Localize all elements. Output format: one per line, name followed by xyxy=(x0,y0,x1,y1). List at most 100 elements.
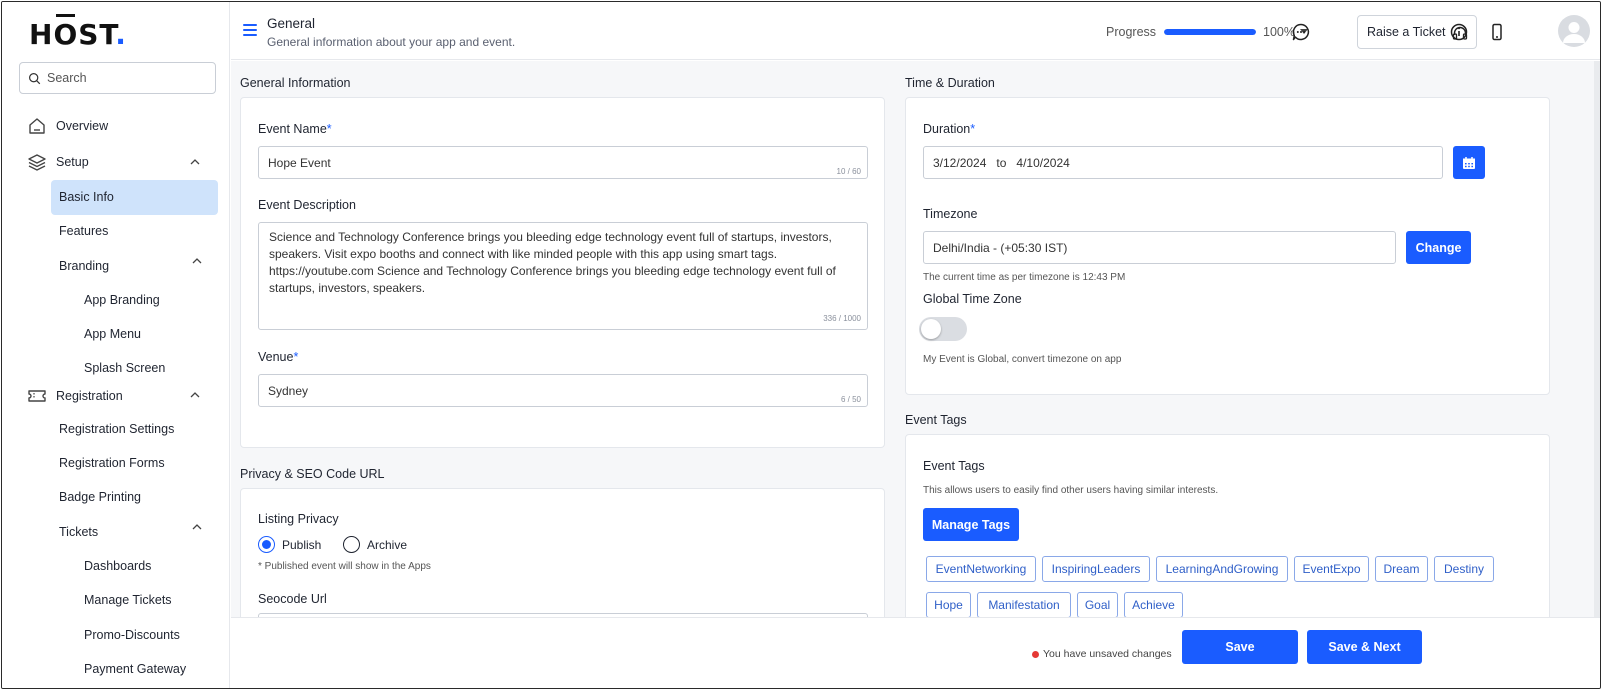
layers-icon xyxy=(27,152,47,172)
publish-label: Publish xyxy=(282,537,322,552)
logo-dot: . xyxy=(115,18,127,51)
search-box[interactable] xyxy=(19,62,216,94)
sidebar-item-tickets[interactable]: Tickets xyxy=(59,525,98,539)
tag-chip[interactable]: Destiny xyxy=(1434,556,1494,582)
char-counter: 6 / 50 xyxy=(840,395,861,404)
page-subtitle: General information about your app and e… xyxy=(267,35,516,49)
char-counter: 336 / 1000 xyxy=(823,314,861,323)
timezone-field[interactable]: Delhi/India - (+05:30 IST) xyxy=(923,231,1396,264)
tag-chip[interactable]: EventExpo xyxy=(1294,556,1369,582)
progress-label: Progress xyxy=(1106,25,1157,39)
sidebar-item-label: Splash Screen xyxy=(84,361,166,375)
vertical-scrollbar[interactable] xyxy=(1594,61,1600,621)
change-timezone-button[interactable]: Change xyxy=(1406,231,1471,264)
archive-radio[interactable]: Archive xyxy=(343,536,407,553)
sidebar-item-registration[interactable]: Registration xyxy=(27,386,123,406)
event-name-field[interactable]: Hope Event 10 / 60 xyxy=(258,146,868,179)
sidebar-item-setup[interactable]: Setup xyxy=(27,152,89,172)
sidebar-item-branding[interactable]: Branding xyxy=(59,259,109,273)
sidebar-item-label: Tickets xyxy=(59,525,99,539)
global-time-zone-toggle[interactable] xyxy=(919,317,967,341)
sidebar-item-basic-info[interactable]: Basic Info xyxy=(59,190,114,204)
tag-chip[interactable]: Hope xyxy=(926,592,971,618)
required-mark: * xyxy=(293,350,299,364)
sidebar-item-label: Payment Gateway xyxy=(84,662,187,676)
tag-chip[interactable]: LearningAndGrowing xyxy=(1156,556,1288,582)
sidebar-item-dashboards[interactable]: Dashboards xyxy=(84,559,151,573)
event-tags-description: This allows users to easily find other u… xyxy=(923,485,1219,496)
manage-tags-button[interactable]: Manage Tags xyxy=(923,508,1019,541)
sidebar-item-manage-tickets[interactable]: Manage Tickets xyxy=(84,593,172,607)
chevron-up-icon[interactable] xyxy=(192,522,202,532)
footer-action-bar: You have unsaved changes Save Save & Nex… xyxy=(231,617,1600,688)
tag-chip[interactable]: Dream xyxy=(1375,556,1428,582)
info-icon[interactable] xyxy=(1449,22,1469,42)
listing-privacy-label: Listing Privacy xyxy=(258,512,339,526)
venue-value: Sydney xyxy=(268,383,309,398)
sidebar-item-label: Registration Settings xyxy=(59,422,175,436)
sidebar-item-label: Features xyxy=(59,224,109,238)
sidebar-item-features[interactable]: Features xyxy=(59,224,108,238)
sidebar-item-promo-discounts[interactable]: Promo-Discounts xyxy=(84,628,180,642)
sidebar-item-label: Promo-Discounts xyxy=(84,628,180,642)
toggle-knob xyxy=(921,319,941,339)
sidebar-item-label: App Branding xyxy=(84,293,160,307)
sidebar-item-label: Badge Printing xyxy=(59,490,142,504)
venue-label: Venue* xyxy=(258,350,298,364)
sidebar-item-app-branding[interactable]: App Branding xyxy=(84,293,160,307)
tag-chip[interactable]: Achieve xyxy=(1124,592,1183,618)
event-description-value: Science and Technology Conference brings… xyxy=(269,230,836,295)
host-logo[interactable]: HOST. xyxy=(29,18,127,51)
mobile-phone-icon[interactable] xyxy=(1487,22,1507,42)
status-dot xyxy=(1032,650,1039,658)
general-info-card: Event Name* Hope Event 10 / 60 Event Des… xyxy=(240,97,885,448)
tag-chip[interactable]: Manifestation xyxy=(977,592,1071,618)
privacy-seo-title: Privacy & SEO Code URL xyxy=(240,467,385,481)
global-time-zone-note: My Event is Global, convert timezone on … xyxy=(923,354,1122,365)
progress-fill xyxy=(1164,29,1256,35)
tag-chip[interactable]: EventNetworking xyxy=(926,556,1036,582)
event-tags-title: Event Tags xyxy=(923,459,985,473)
chevron-up-icon[interactable] xyxy=(190,390,200,400)
user-avatar[interactable] xyxy=(1558,15,1590,47)
time-duration-card: Duration* 3/12/2024 to 4/10/2024 Timezon… xyxy=(905,97,1550,395)
event-description-label: Event Description xyxy=(258,198,356,212)
sidebar-item-badge-printing[interactable]: Badge Printing xyxy=(59,490,141,504)
seocode-url-label: Seocode Url xyxy=(258,592,327,606)
sidebar-item-app-menu[interactable]: App Menu xyxy=(84,327,141,341)
sidebar-item-label: Dashboards xyxy=(84,559,152,573)
calendar-button[interactable] xyxy=(1453,146,1485,179)
save-and-next-button[interactable]: Save & Next xyxy=(1307,630,1422,664)
end-date: 4/10/2024 xyxy=(1016,155,1070,170)
chat-bubble-icon[interactable] xyxy=(1291,22,1311,42)
start-date: 3/12/2024 xyxy=(933,155,987,170)
calendar-icon xyxy=(1463,156,1475,169)
save-button[interactable]: Save xyxy=(1182,630,1298,664)
sidebar-item-overview[interactable]: Overview xyxy=(27,116,108,136)
publish-radio[interactable]: Publish xyxy=(258,536,321,553)
search-icon xyxy=(29,72,41,84)
global-time-zone-label: Global Time Zone xyxy=(923,292,1022,306)
event-name-label: Event Name* xyxy=(258,122,332,136)
sidebar-item-payment-gateway[interactable]: Payment Gateway xyxy=(84,662,186,676)
venue-field[interactable]: Sydney 6 / 50 xyxy=(258,374,868,407)
tag-chip[interactable]: InspiringLeaders xyxy=(1042,556,1150,582)
hamburger-menu-icon[interactable] xyxy=(243,24,257,36)
home-icon xyxy=(27,116,47,136)
sidebar-item-registration-forms[interactable]: Registration Forms xyxy=(59,456,165,470)
timezone-label: Timezone xyxy=(923,207,978,221)
tag-chip[interactable]: Goal xyxy=(1077,592,1118,618)
duration-label: Duration* xyxy=(923,122,975,136)
duration-date-range-field[interactable]: 3/12/2024 to 4/10/2024 xyxy=(923,146,1443,179)
sidebar-item-splash-screen[interactable]: Splash Screen xyxy=(84,361,165,375)
raise-ticket-label: Raise a Ticket xyxy=(1367,25,1446,39)
timezone-note: The current time as per timezone is 12:4… xyxy=(923,272,1126,283)
timezone-value: Delhi/India - (+05:30 IST) xyxy=(933,240,1068,255)
event-description-field[interactable]: Science and Technology Conference brings… xyxy=(258,222,868,330)
archive-label: Archive xyxy=(367,537,408,552)
sidebar-item-registration-settings[interactable]: Registration Settings xyxy=(59,422,174,436)
chevron-up-icon[interactable] xyxy=(190,157,200,167)
chevron-up-icon[interactable] xyxy=(192,256,202,266)
search-input[interactable] xyxy=(47,71,197,85)
sidebar: HOST. Overview Setup Basic Info Features… xyxy=(2,2,230,688)
